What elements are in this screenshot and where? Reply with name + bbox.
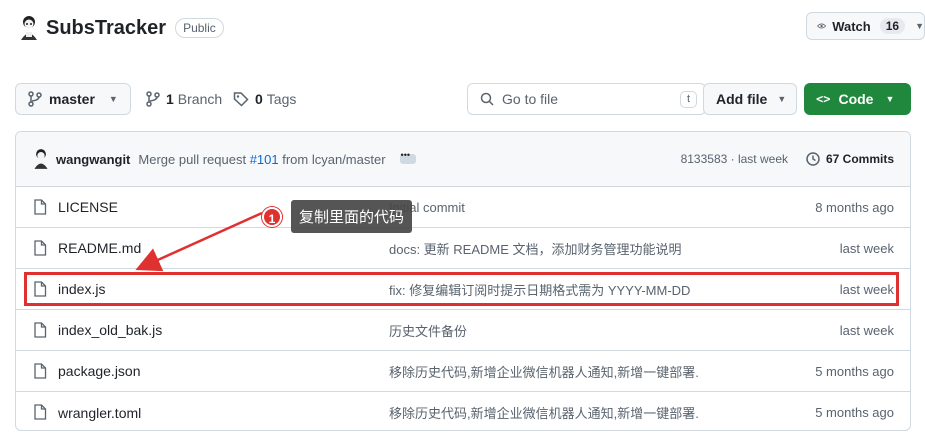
commits-link[interactable]: 67 Commits [805,151,894,167]
file-icon [34,363,47,379]
file-commit-age: 8 months ago [815,199,894,215]
file-icon [34,322,47,338]
step-number-badge: 1 [262,206,282,227]
eye-icon [817,23,827,29]
branch-name: master [49,91,95,107]
tag-icon [233,92,249,107]
ellipsis-icon[interactable] [399,150,416,164]
go-to-file-placeholder: Go to file [502,91,559,107]
file-row[interactable]: index_old_bak.js 历史文件备份 last week [16,310,910,351]
branch-icon [146,91,160,107]
watch-button[interactable]: Watch 16 ▼ [806,12,925,40]
commit-message[interactable]: Merge pull request #101 from lcyan/maste… [138,152,385,167]
repo-name[interactable]: SubsTracker [46,17,166,40]
file-row[interactable]: README.md docs: 更新 README 文档，添加财务管理功能说明 la… [16,228,910,269]
owner-avatar-icon[interactable] [18,15,40,41]
file-row[interactable]: wrangler.toml 移除历史代码,新增企业微信机器人通知,新增一键部署. 5… [16,392,910,430]
code-label: Code [838,91,874,107]
history-icon [806,152,820,166]
file-icon [34,240,47,256]
watch-count: 16 [879,18,906,34]
tags-link[interactable]: 0 Tags [233,83,296,115]
commit-message-prefix: Merge pull request [138,151,247,167]
file-row[interactable]: package.json 移除历史代码,新增企业微信机器人通知,新增一键部署. 5 … [16,351,910,392]
file-row[interactable]: index.js fix: 修复编辑订阅时提示日期格式需为 YYYY-MM-DD l… [16,269,910,310]
chevron-down-icon: ▼ [885,94,895,104]
search-icon [480,92,494,106]
go-to-file-input[interactable]: Go to file t [467,83,706,115]
file-name[interactable]: LICENSE [58,199,118,215]
file-commit-age: last week [839,322,894,338]
file-name[interactable]: wrangler.toml [58,405,141,421]
chevron-down-icon: ▼ [915,21,924,31]
commits-count: 67 Commits [825,152,894,166]
tags-label: Tags [266,91,297,107]
sha-value: 8133583 [680,152,728,166]
file-list: wangwangit Merge pull request #101 from … [15,131,911,431]
repo-toolbar: master ▼ 1 Branch 0 Tags Go to file t Ad… [15,83,911,115]
file-commit-message[interactable]: 移除历史代码,新增企业微信机器人通知,新增一键部署. [389,403,699,422]
commit-author[interactable]: wangwangit [56,152,130,167]
annotation-callout: 1 复制里面的代码 [262,200,413,233]
commit-message-suffix: from lcyan/master [282,151,386,167]
code-button[interactable]: <> Code ▼ [804,83,911,115]
branch-select-button[interactable]: master ▼ [15,83,131,115]
repo-header: SubsTracker Public [18,12,224,44]
visibility-badge: Public [175,18,224,38]
file-icon [34,404,47,420]
file-name[interactable]: index.js [58,281,105,297]
file-icon [34,199,47,215]
latest-commit-bar: wangwangit Merge pull request #101 from … [16,132,910,187]
file-icon [34,281,47,297]
watch-label: Watch [832,18,871,34]
file-commit-message[interactable]: 历史文件备份 [389,321,467,340]
branches-label: Branch [177,91,223,107]
branch-icon [28,91,42,107]
chevron-down-icon: ▼ [108,94,118,104]
shortcut-key: t [680,91,697,108]
file-commit-message[interactable]: 移除历史代码,新增企业微信机器人通知,新增一键部署. [389,362,699,381]
pr-link[interactable]: #101 [250,152,279,167]
file-commit-age: 5 months ago [815,363,894,379]
add-file-label: Add file [716,91,768,107]
file-name[interactable]: index_old_bak.js [58,322,162,338]
author-avatar-icon[interactable] [32,148,50,170]
file-commit-message[interactable]: docs: 更新 README 文档，添加财务管理功能说明 [389,239,682,258]
code-icon: <> [816,92,831,106]
add-file-button[interactable]: Add file ▼ [703,83,797,115]
commit-sha[interactable]: 8133583 · last week [681,152,788,166]
file-commit-age: last week [839,240,894,256]
annotation-text: 复制里面的代码 [291,200,413,233]
file-row[interactable]: LICENSE Initial commit 8 months ago [16,187,910,228]
file-commit-message[interactable]: fix: 修复编辑订阅时提示日期格式需为 YYYY-MM-DD [389,280,690,299]
file-commit-age: 5 months ago [815,405,894,420]
file-name[interactable]: package.json [58,363,141,379]
branches-count: 1 [166,91,174,107]
branches-link[interactable]: 1 Branch [146,83,222,115]
chevron-down-icon: ▼ [777,94,787,104]
tags-count: 0 [255,91,263,107]
file-commit-age: last week [839,281,894,297]
commit-age: · last week [730,152,788,166]
file-name[interactable]: README.md [58,240,141,256]
